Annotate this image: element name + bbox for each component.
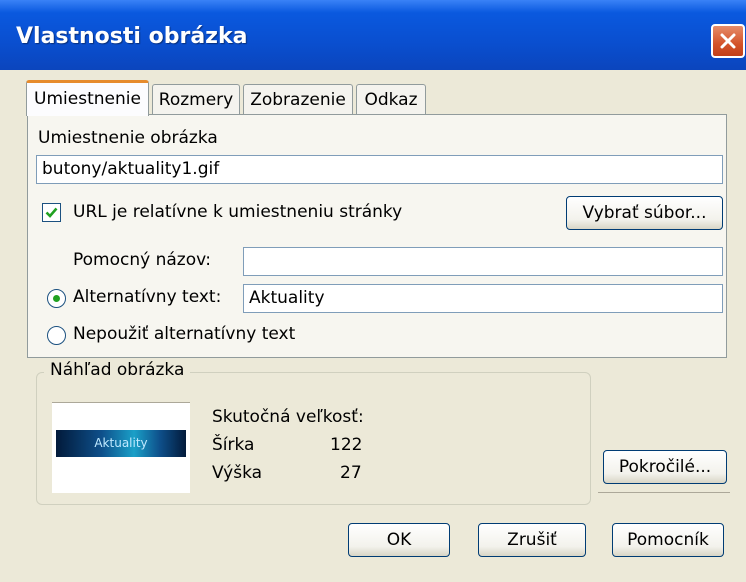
separator-line bbox=[598, 492, 730, 493]
no-alt-text-radio[interactable] bbox=[47, 326, 66, 345]
help-button[interactable]: Pomocník bbox=[612, 523, 724, 557]
height-value: 27 bbox=[340, 463, 362, 483]
tab-umiestnenie[interactable]: Umiestnenie bbox=[26, 80, 149, 116]
actual-size-label: Skutočná veľkosť: bbox=[212, 407, 364, 427]
choose-file-button[interactable]: Vybrať súbor... bbox=[566, 196, 723, 230]
tab-zobrazenie[interactable]: Zobrazenie bbox=[243, 84, 353, 114]
alt-text-label: Alternatívny text: bbox=[73, 287, 222, 307]
close-icon bbox=[720, 33, 736, 49]
tab-rozmery[interactable]: Rozmery bbox=[152, 84, 240, 114]
preview-group-label: Náhľad obrázka bbox=[44, 360, 191, 380]
radio-selected-dot bbox=[53, 295, 60, 302]
checkmark-icon bbox=[45, 207, 58, 218]
preview-image: Aktuality bbox=[56, 430, 186, 457]
image-url-input[interactable]: butony/aktuality1.gif bbox=[36, 155, 723, 184]
height-label: Výška bbox=[212, 463, 263, 483]
title-bar[interactable]: Vlastnosti obrázka bbox=[0, 0, 746, 70]
relative-url-label: URL je relatívne k umiestneniu stránky bbox=[73, 202, 403, 222]
window-title: Vlastnosti obrázka bbox=[16, 24, 248, 49]
close-button[interactable] bbox=[711, 24, 745, 58]
tab-panel bbox=[27, 114, 727, 358]
alt-text-radio[interactable] bbox=[47, 289, 66, 308]
alt-text-input[interactable]: Aktuality bbox=[243, 284, 723, 313]
tab-odkaz[interactable]: Odkaz bbox=[356, 84, 426, 114]
advanced-button[interactable]: Pokročilé... bbox=[603, 450, 727, 484]
relative-url-checkbox[interactable] bbox=[42, 203, 61, 222]
ok-button[interactable]: OK bbox=[348, 523, 450, 557]
image-properties-dialog: Vlastnosti obrázka Umiestnenie Rozmery Z… bbox=[0, 0, 746, 582]
tooltip-input[interactable] bbox=[243, 247, 723, 276]
width-label: Šírka bbox=[212, 435, 255, 455]
image-location-label: Umiestnenie obrázka bbox=[38, 128, 218, 148]
tooltip-label: Pomocný názov: bbox=[73, 250, 211, 270]
no-alt-text-label: Nepoužiť alternatívny text bbox=[73, 324, 296, 344]
cancel-button[interactable]: Zrušiť bbox=[478, 523, 586, 557]
width-value: 122 bbox=[330, 435, 363, 455]
